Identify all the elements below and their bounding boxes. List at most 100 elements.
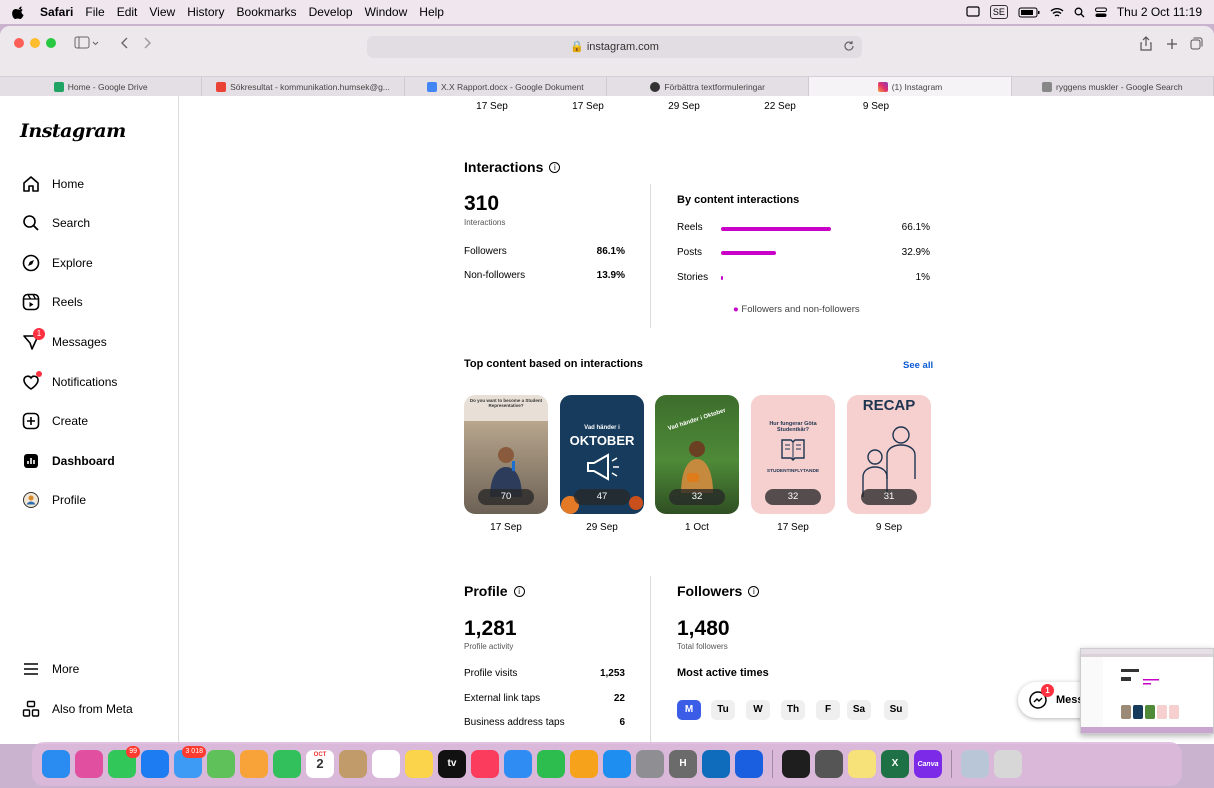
screen-mirror-icon[interactable] xyxy=(966,6,980,18)
tab-google-drive[interactable]: Home - Google Drive xyxy=(0,77,203,96)
dock-safari-icon[interactable] xyxy=(141,750,169,778)
day-button-wednesday[interactable]: W xyxy=(746,700,770,720)
top-content-thumbnail[interactable]: Do you want to become a Student Represen… xyxy=(464,395,548,514)
menu-app-name[interactable]: Safari xyxy=(40,5,73,19)
dock-messages-icon[interactable]: 99 xyxy=(108,746,140,778)
dock-separator xyxy=(772,750,773,778)
day-button-sunday[interactable]: Su xyxy=(884,700,908,720)
dock-excel-icon[interactable]: X xyxy=(881,750,909,778)
dock-mail-icon[interactable]: 3 018 xyxy=(174,746,206,778)
zoom-window-button[interactable] xyxy=(46,38,56,48)
dock-keynote-icon[interactable] xyxy=(504,750,532,778)
sidebar-item-notifications[interactable]: Notifications xyxy=(22,370,117,394)
control-center-icon[interactable] xyxy=(1094,7,1107,18)
sidebar-item-more[interactable]: More xyxy=(22,657,79,681)
see-all-link[interactable]: See all xyxy=(903,360,933,371)
share-icon[interactable] xyxy=(1140,36,1152,51)
spotlight-icon[interactable] xyxy=(1074,7,1085,18)
top-content-thumbnail[interactable]: Vad händer i OKTOBER 47 xyxy=(560,395,644,514)
dock-contacts-icon[interactable] xyxy=(339,750,367,778)
sidebar-item-messages[interactable]: 1 Messages xyxy=(22,328,107,354)
menu-edit[interactable]: Edit xyxy=(117,5,138,19)
menu-develop[interactable]: Develop xyxy=(309,5,353,19)
top-content-thumbnail[interactable]: RECAP 31 xyxy=(847,395,931,514)
content-type-label: Stories xyxy=(677,272,709,283)
menu-history[interactable]: History xyxy=(187,5,224,19)
menu-bookmarks[interactable]: Bookmarks xyxy=(237,5,297,19)
dock-tv-icon[interactable]: tv xyxy=(438,750,466,778)
top-content-heading: Top content based on interactions xyxy=(464,358,643,370)
sidebar-item-reels[interactable]: Reels xyxy=(22,290,83,314)
dashboard-icon xyxy=(22,452,40,470)
dock-reminders-icon[interactable] xyxy=(372,750,400,778)
info-icon[interactable]: i xyxy=(748,585,760,597)
dock-bitwarden-icon[interactable] xyxy=(735,750,763,778)
screenshot-preview-thumbnail[interactable] xyxy=(1080,648,1214,734)
top-content-thumbnail[interactable]: Vad händer i Oktober 32 xyxy=(655,395,739,514)
menubar-clock[interactable]: Thu 2 Oct 11:19 xyxy=(1117,5,1202,19)
dock-stickies-icon[interactable] xyxy=(848,750,876,778)
dock-terminal-icon[interactable] xyxy=(782,750,810,778)
menu-file[interactable]: File xyxy=(85,5,104,19)
dock-system-settings-icon[interactable] xyxy=(636,750,664,778)
avatar-icon xyxy=(22,491,40,509)
top-content-thumbnail[interactable]: Hur fungerar Göta Studentkår? STUDENTINF… xyxy=(751,395,835,514)
tab-google-search[interactable]: ryggens muskler - Google Search xyxy=(1012,77,1214,96)
menu-help[interactable]: Help xyxy=(419,5,444,19)
input-source-indicator[interactable]: SE xyxy=(989,5,1008,19)
address-bar[interactable]: 🔒 instagram.com xyxy=(367,36,862,58)
minimize-window-button[interactable] xyxy=(30,38,40,48)
sidebar-item-explore[interactable]: Explore xyxy=(22,251,93,275)
reload-icon[interactable] xyxy=(843,40,855,52)
dock-maps-icon[interactable] xyxy=(207,750,235,778)
sidebar-item-search[interactable]: Search xyxy=(22,211,90,235)
sidebar-item-also-from-meta[interactable]: Also from Meta xyxy=(22,697,133,721)
dock-chess-icon[interactable] xyxy=(815,750,843,778)
apple-icon[interactable] xyxy=(12,5,26,19)
dock-h-app-icon[interactable]: H xyxy=(669,750,697,778)
dock-icon-label: H xyxy=(679,758,687,769)
forward-arrow-icon[interactable] xyxy=(142,36,152,50)
dock-music-icon[interactable] xyxy=(471,750,499,778)
menu-view[interactable]: View xyxy=(149,5,175,19)
day-button-monday[interactable]: M xyxy=(677,700,701,720)
dock-notes-icon[interactable] xyxy=(405,750,433,778)
section-divider xyxy=(650,576,651,744)
dock-launchpad-icon[interactable] xyxy=(75,750,103,778)
dock-finder-icon[interactable] xyxy=(42,750,70,778)
sidebar-item-dashboard[interactable]: Dashboard xyxy=(22,449,115,473)
day-button-thursday[interactable]: Th xyxy=(781,700,805,720)
tab-overview-icon[interactable] xyxy=(1190,37,1203,50)
sidebar-item-home[interactable]: Home xyxy=(22,172,84,196)
tab-google-docs[interactable]: X.X Rapport.docx - Google Dokument xyxy=(405,77,607,96)
day-button-tuesday[interactable]: Tu xyxy=(711,700,735,720)
menu-window[interactable]: Window xyxy=(365,5,408,19)
dock-facetime-icon[interactable] xyxy=(273,750,301,778)
new-tab-icon[interactable] xyxy=(1166,38,1178,50)
info-icon[interactable]: i xyxy=(513,585,525,597)
tab-instagram[interactable]: (1) Instagram xyxy=(809,77,1012,96)
day-button-friday[interactable]: F xyxy=(816,700,840,720)
battery-icon[interactable] xyxy=(1018,7,1040,18)
close-window-button[interactable] xyxy=(14,38,24,48)
sidebar-item-create[interactable]: Create xyxy=(22,409,88,433)
dock-calendar-icon[interactable]: 2 OCT xyxy=(306,750,334,778)
dock-preview-icon[interactable] xyxy=(961,750,989,778)
dock-pages-icon[interactable] xyxy=(570,750,598,778)
tab-chatgpt[interactable]: Förbättra textformuleringar xyxy=(607,77,810,96)
day-button-saturday[interactable]: Sa xyxy=(847,700,871,720)
sidebar-toggle-icon[interactable] xyxy=(74,36,100,50)
tab-gmail[interactable]: Sökresultat - kommunikation.humsek@g... xyxy=(202,77,405,96)
dock-trash-icon[interactable] xyxy=(994,750,1022,778)
dock-numbers-icon[interactable] xyxy=(537,750,565,778)
instagram-logo[interactable]: Instagram xyxy=(20,120,126,142)
back-arrow-icon[interactable] xyxy=(120,36,130,50)
dock-canva-icon[interactable]: Canva xyxy=(914,750,942,778)
sidebar-item-profile[interactable]: Profile xyxy=(22,488,86,512)
wifi-icon[interactable] xyxy=(1050,7,1064,18)
info-icon[interactable]: i xyxy=(549,161,561,173)
dock-outlook-icon[interactable] xyxy=(702,750,730,778)
home-icon xyxy=(22,175,40,193)
dock-app-store-icon[interactable] xyxy=(603,750,631,778)
dock-photos-icon[interactable] xyxy=(240,750,268,778)
